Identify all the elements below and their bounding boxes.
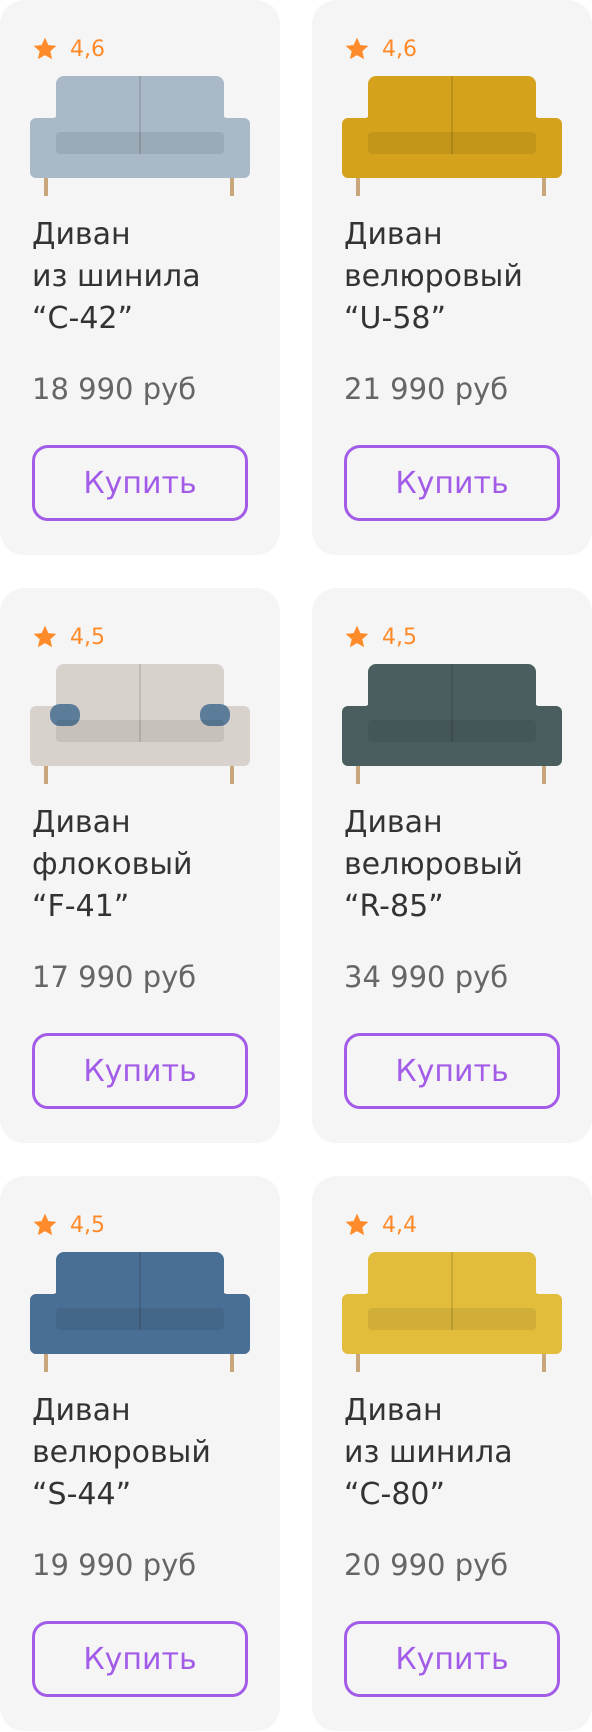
buy-button[interactable]: Купить	[32, 1033, 248, 1109]
product-image[interactable]	[342, 1250, 562, 1378]
star-icon	[33, 37, 57, 60]
rating-value: 4,6	[382, 36, 417, 62]
buy-button[interactable]: Купить	[32, 1621, 248, 1697]
product-title: Диван из шинила “C-42”	[32, 217, 201, 336]
rating-value: 4,5	[382, 624, 417, 650]
star-icon	[345, 625, 369, 648]
product-grid: 4,6 Диван из шинила “C-42” 18 990 руб Ку…	[0, 0, 592, 1731]
product-title: Диван флоковый “F-41”	[32, 805, 193, 924]
product-image[interactable]	[30, 662, 250, 790]
product-price: 17 990 руб	[32, 960, 197, 994]
rating-value: 4,4	[382, 1212, 417, 1238]
product-image[interactable]	[342, 662, 562, 790]
product-card: 4,6 Диван велюровый “U-58” 21 990 руб Ку…	[312, 0, 592, 555]
star-icon	[345, 1213, 369, 1236]
rating: 4,5	[32, 1212, 105, 1238]
rating: 4,4	[344, 1212, 417, 1238]
buy-button[interactable]: Купить	[344, 445, 560, 521]
star-icon	[345, 37, 369, 60]
star-icon	[33, 625, 57, 648]
product-title: Диван велюровый “R-85”	[344, 805, 523, 924]
product-price: 18 990 руб	[32, 372, 197, 406]
rating-value: 4,6	[70, 36, 105, 62]
product-price: 34 990 руб	[344, 960, 509, 994]
rating: 4,5	[32, 624, 105, 650]
rating-value: 4,5	[70, 1212, 105, 1238]
rating: 4,6	[32, 36, 105, 62]
product-title: Диван велюровый “S-44”	[32, 1393, 211, 1512]
product-card: 4,5 Диван велюровый “R-85” 34 990 руб Ку…	[312, 588, 592, 1143]
product-price: 21 990 руб	[344, 372, 509, 406]
buy-button[interactable]: Купить	[344, 1621, 560, 1697]
buy-button[interactable]: Купить	[32, 445, 248, 521]
buy-button[interactable]: Купить	[344, 1033, 560, 1109]
product-price: 19 990 руб	[32, 1548, 197, 1582]
product-image[interactable]	[342, 74, 562, 202]
star-icon	[33, 1213, 57, 1236]
product-card: 4,4 Диван из шинила “C-80” 20 990 руб Ку…	[312, 1176, 592, 1731]
rating: 4,6	[344, 36, 417, 62]
rating-value: 4,5	[70, 624, 105, 650]
product-price: 20 990 руб	[344, 1548, 509, 1582]
product-card: 4,6 Диван из шинила “C-42” 18 990 руб Ку…	[0, 0, 280, 555]
product-card: 4,5 Диван велюровый “S-44” 19 990 руб Ку…	[0, 1176, 280, 1731]
rating: 4,5	[344, 624, 417, 650]
product-title: Диван велюровый “U-58”	[344, 217, 523, 336]
product-title: Диван из шинила “C-80”	[344, 1393, 513, 1512]
product-image[interactable]	[30, 1250, 250, 1378]
product-image[interactable]	[30, 74, 250, 202]
product-card: 4,5 Диван флоковый “F-41” 17 990 руб Куп…	[0, 588, 280, 1143]
